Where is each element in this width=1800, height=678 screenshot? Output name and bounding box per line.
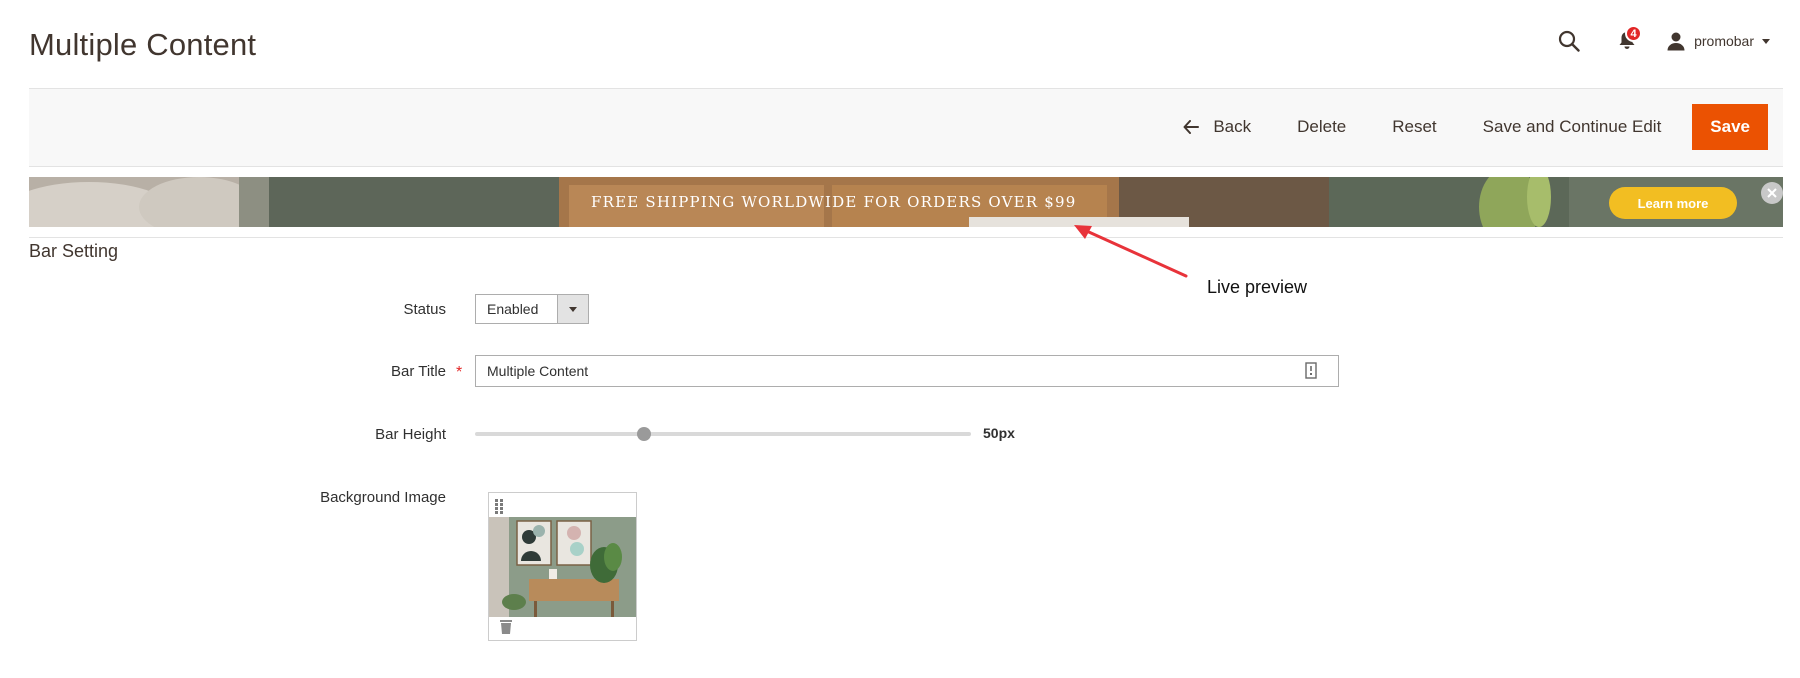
user-name: promobar	[1694, 33, 1754, 49]
background-image-preview	[488, 492, 637, 641]
annotation-label: Live preview	[1207, 277, 1308, 297]
preview-promo-text: FREE SHIPPING WORLDWIDE FOR ORDERS OVER …	[591, 193, 1077, 211]
close-icon	[1767, 188, 1777, 198]
status-label: Status	[403, 301, 446, 318]
section-title: Bar Setting	[29, 241, 119, 261]
arrow-left-icon	[1183, 120, 1200, 134]
status-select-value: Enabled	[487, 301, 539, 317]
back-button[interactable]: Back	[1160, 103, 1274, 151]
annotation-arrow-icon	[1074, 225, 1188, 278]
save-button[interactable]: Save	[1692, 104, 1768, 150]
bar-height-value: 50px	[983, 425, 1015, 441]
chevron-down-icon	[569, 306, 577, 312]
learn-more-button[interactable]: Learn more	[1609, 187, 1737, 219]
user-menu[interactable]: promobar	[1666, 31, 1770, 51]
status-select[interactable]: Enabled	[475, 294, 589, 324]
background-image-thumbnail	[489, 517, 636, 617]
reset-button[interactable]: Reset	[1369, 103, 1459, 151]
search-icon	[1558, 30, 1580, 52]
delete-button[interactable]: Delete	[1274, 103, 1369, 151]
user-icon	[1667, 32, 1685, 51]
bar-title-input[interactable]	[475, 355, 1339, 387]
section-divider	[29, 237, 1783, 238]
background-image-label: Background Image	[320, 489, 446, 506]
page-actions: Back Delete Reset Save and Continue Edit…	[1160, 103, 1768, 151]
bar-height-slider[interactable]	[475, 427, 971, 441]
notification-badge: 4	[1625, 25, 1643, 42]
select-toggle	[557, 295, 588, 323]
slider-handle[interactable]	[636, 427, 651, 441]
chevron-down-icon	[1762, 38, 1770, 44]
promo-bar-preview: FREE SHIPPING WORLDWIDE FOR ORDERS OVER …	[29, 177, 1783, 227]
bar-title-label: Bar Title	[390, 363, 446, 380]
back-label: Back	[1213, 117, 1252, 136]
save-and-continue-button[interactable]: Save and Continue Edit	[1460, 103, 1685, 151]
notifications-button[interactable]: 4	[1610, 24, 1644, 58]
bar-height-label: Bar Height	[375, 426, 446, 443]
page-title: Multiple Content	[29, 27, 257, 62]
close-preview-button[interactable]	[1761, 182, 1783, 204]
page-actions-bar: Back Delete Reset Save and Continue Edit…	[29, 89, 1783, 167]
drag-handle-icon[interactable]	[495, 499, 505, 515]
search-button[interactable]	[1554, 26, 1584, 56]
variable-insert-icon[interactable]	[1304, 362, 1318, 380]
header-actions: 4 promobar	[1554, 24, 1770, 58]
trash-icon[interactable]	[499, 619, 513, 635]
required-star: *	[456, 364, 463, 381]
